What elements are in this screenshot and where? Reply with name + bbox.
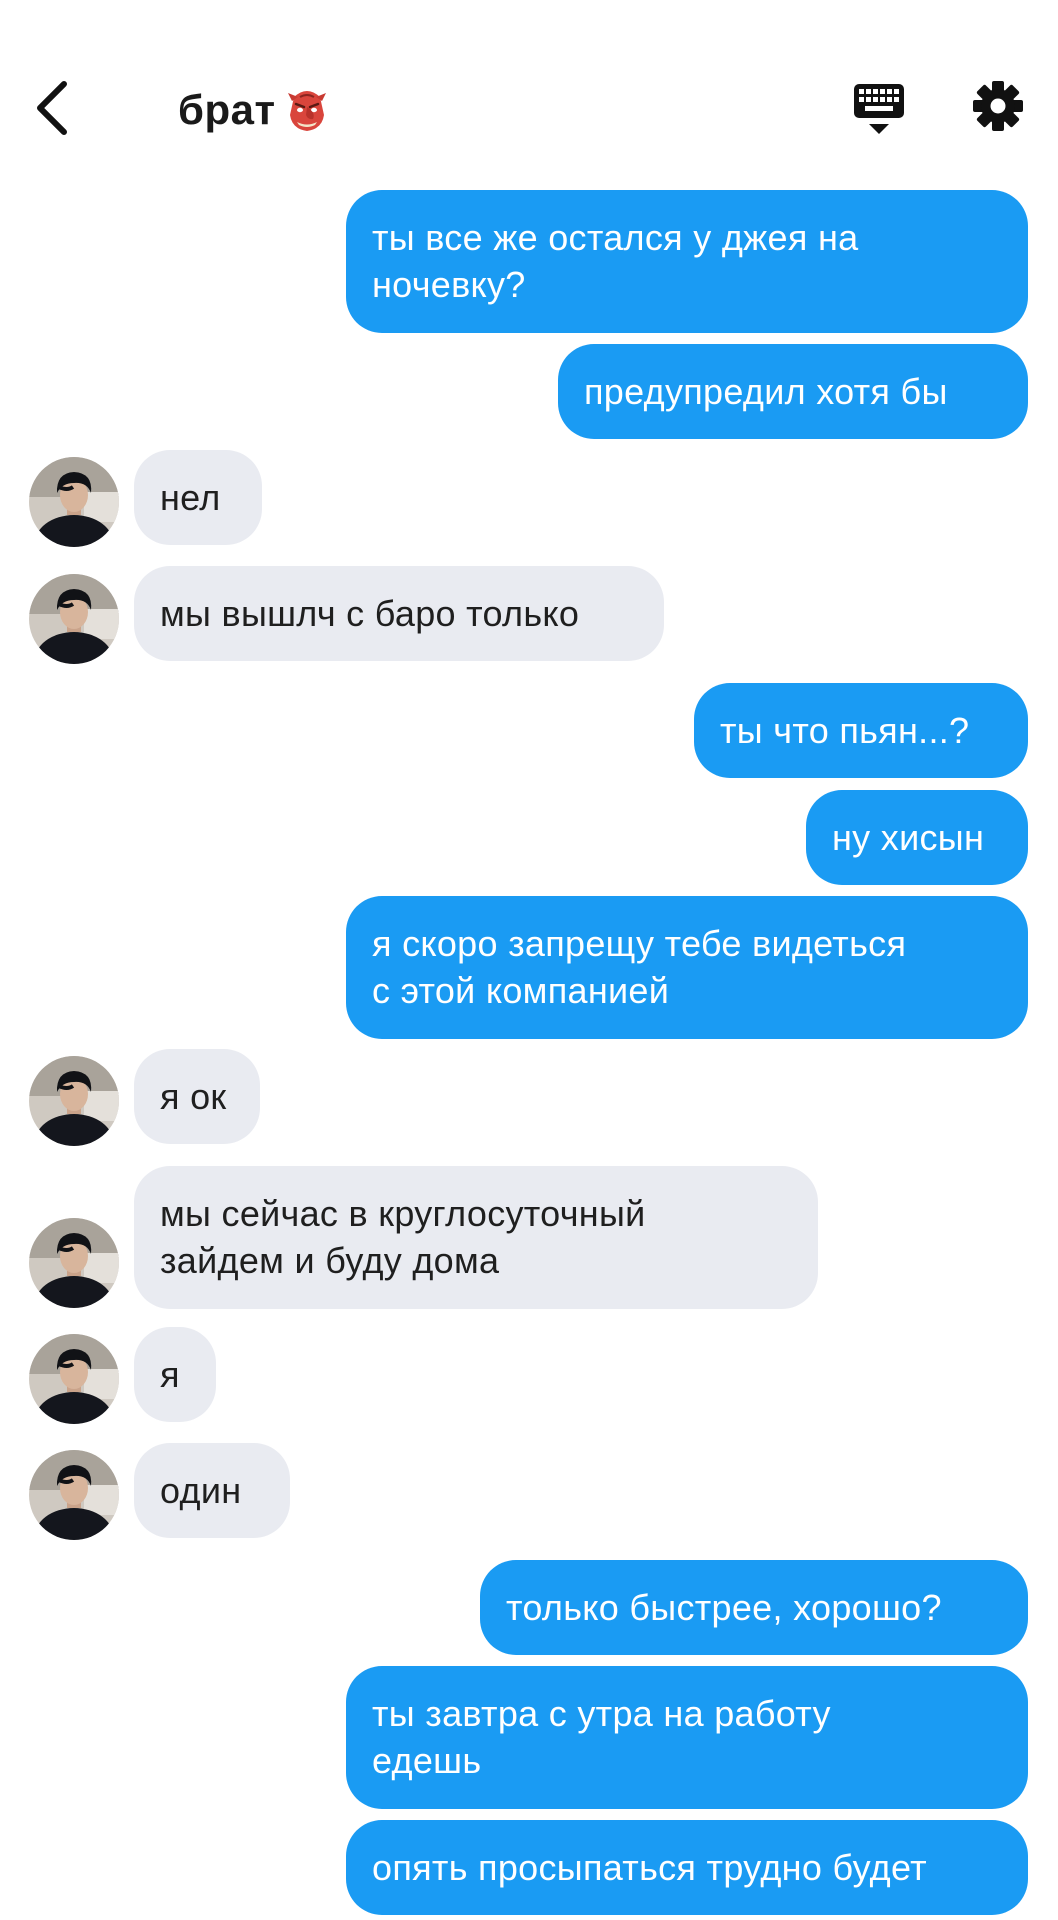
message-bubble-outgoing[interactable]: предупредил хотя бы (558, 344, 1028, 439)
avatar-photo-icon (29, 457, 119, 547)
message-list[interactable]: ты все же остался у джея на ночевку? пре… (0, 0, 1058, 1920)
message-bubble-incoming[interactable]: я (134, 1327, 216, 1422)
message-bubble-incoming[interactable]: мы сейчас в круглосуточный зайдем и буду… (134, 1166, 818, 1309)
avatar-photo-icon (29, 574, 119, 664)
message-bubble-outgoing[interactable]: опять просыпаться трудно будет (346, 1820, 1028, 1915)
message-bubble-outgoing[interactable]: ты все же остался у джея на ночевку? (346, 190, 1028, 333)
message-bubble-incoming[interactable]: нел (134, 450, 262, 545)
avatar-photo-icon (29, 1450, 119, 1540)
message-bubble-outgoing[interactable]: только быстрее, хорошо? (480, 1560, 1028, 1655)
avatar[interactable] (29, 1056, 119, 1146)
message-bubble-outgoing[interactable]: я скоро запрещу тебе видеться с этой ком… (346, 896, 1028, 1039)
avatar-photo-icon (29, 1218, 119, 1308)
avatar[interactable] (29, 574, 119, 664)
avatar[interactable] (29, 1218, 119, 1308)
avatar-photo-icon (29, 1334, 119, 1424)
avatar[interactable] (29, 1334, 119, 1424)
message-bubble-incoming[interactable]: один (134, 1443, 290, 1538)
avatar[interactable] (29, 457, 119, 547)
message-bubble-outgoing[interactable]: ну хисын (806, 790, 1028, 885)
message-bubble-outgoing[interactable]: ты завтра с утра на работу едешь (346, 1666, 1028, 1809)
message-bubble-incoming[interactable]: мы вышлч с баро только (134, 566, 664, 661)
message-bubble-incoming[interactable]: я ок (134, 1049, 260, 1144)
avatar[interactable] (29, 1450, 119, 1540)
message-bubble-outgoing[interactable]: ты что пьян...? (694, 683, 1028, 778)
avatar-photo-icon (29, 1056, 119, 1146)
